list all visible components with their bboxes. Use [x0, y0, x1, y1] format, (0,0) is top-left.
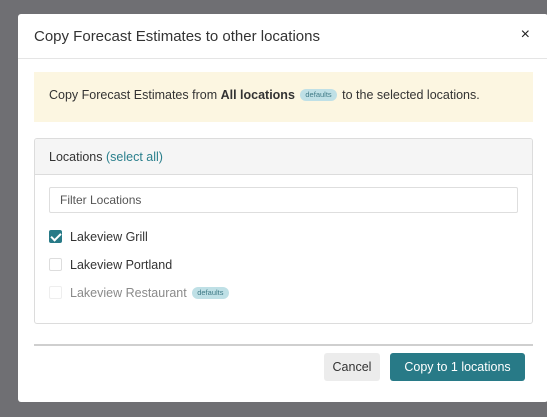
location-label: Lakeview Restaurant — [70, 286, 187, 300]
close-icon[interactable]: × — [521, 26, 530, 44]
locations-panel: Locations (select all) Lakeview Grill La… — [34, 138, 533, 324]
footer-divider — [34, 344, 533, 346]
checkbox-lakeview-portland[interactable] — [49, 258, 62, 271]
location-item-lakeview-portland[interactable]: Lakeview Portland — [49, 257, 172, 273]
checkbox-lakeview-restaurant-disabled — [49, 286, 62, 299]
banner-source-text: All locations — [220, 88, 295, 102]
filter-locations-input[interactable] — [49, 187, 518, 213]
modal-title: Copy Forecast Estimates to other locatio… — [34, 28, 320, 45]
select-all-link[interactable]: (select all) — [106, 150, 163, 164]
copy-forecast-modal: Copy Forecast Estimates to other locatio… — [18, 14, 547, 402]
location-label: Lakeview Grill — [70, 230, 148, 244]
info-banner: Copy Forecast Estimates from All locatio… — [34, 72, 533, 122]
location-item-lakeview-restaurant: Lakeview Restaurant defaults — [49, 285, 231, 301]
header-divider — [18, 58, 547, 59]
location-item-lakeview-grill[interactable]: Lakeview Grill — [49, 229, 148, 245]
copy-to-locations-button[interactable]: Copy to 1 locations — [390, 353, 525, 381]
cancel-button[interactable]: Cancel — [324, 353, 380, 381]
checkbox-lakeview-grill-checked[interactable] — [49, 230, 62, 243]
banner-prefix-text: Copy Forecast Estimates from — [49, 88, 221, 102]
locations-heading: Locations — [49, 150, 103, 164]
defaults-badge: defaults — [300, 89, 337, 101]
defaults-badge: defaults — [192, 287, 229, 299]
banner-suffix-text: to the selected locations. — [338, 88, 480, 102]
locations-panel-header: Locations (select all) — [35, 139, 532, 175]
modal-header: Copy Forecast Estimates to other locatio… — [18, 14, 547, 58]
location-label: Lakeview Portland — [70, 258, 173, 272]
